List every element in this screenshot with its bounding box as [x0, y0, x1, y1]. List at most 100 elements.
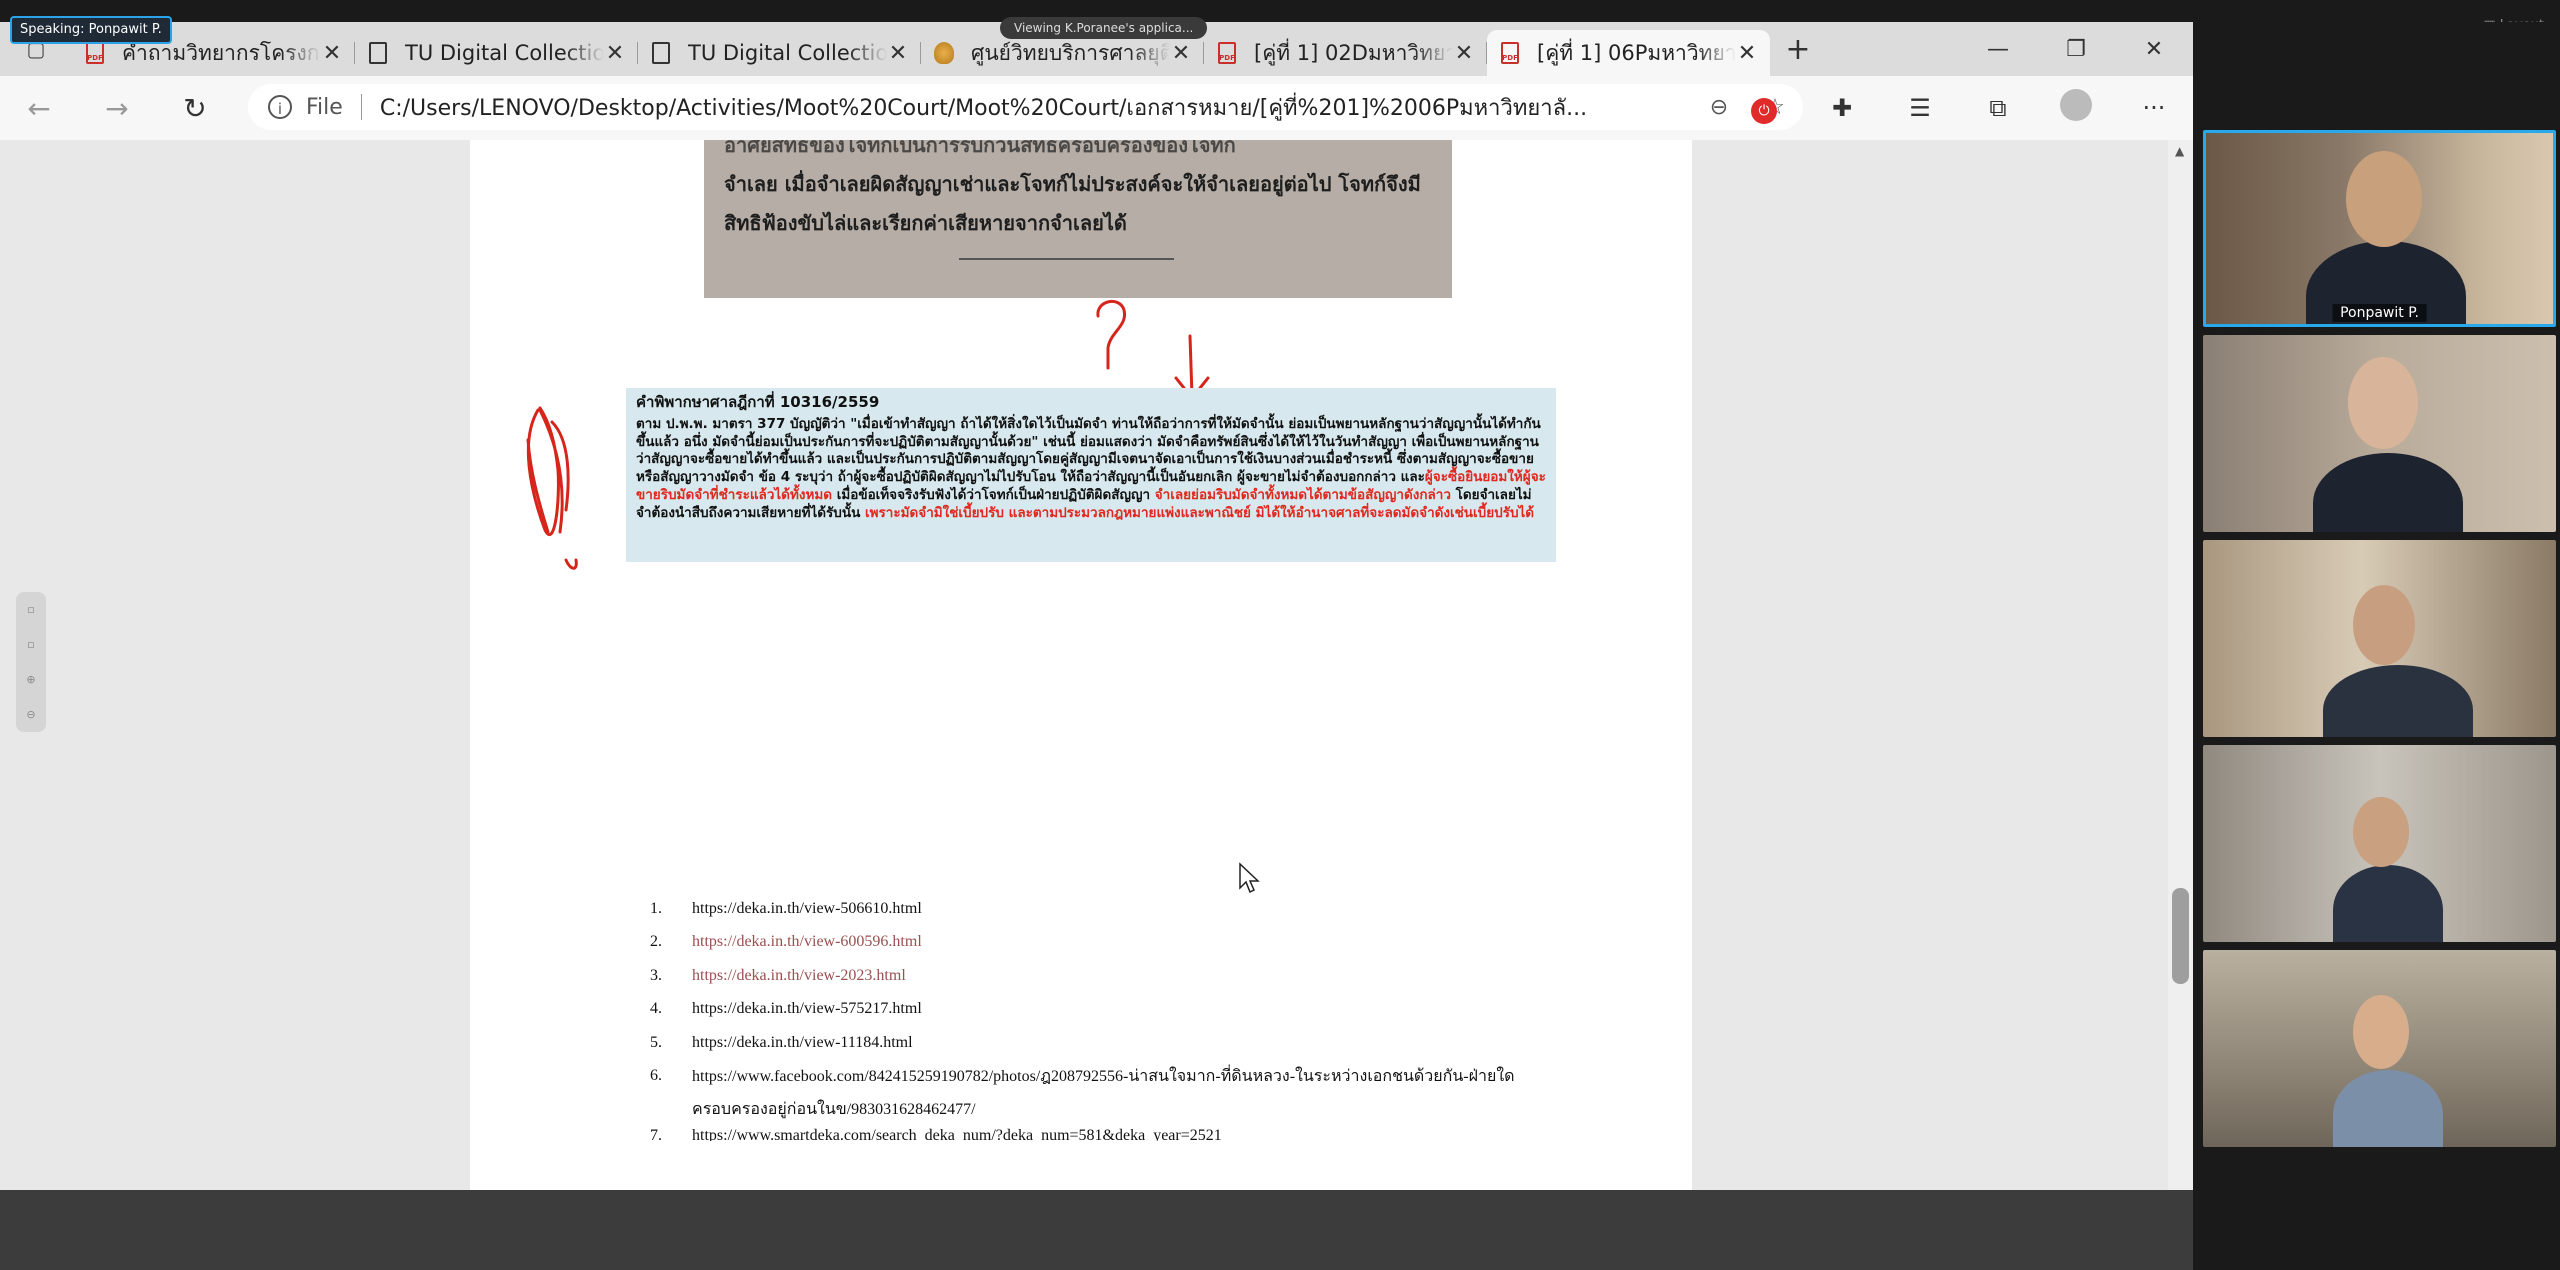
seal-icon — [933, 41, 955, 65]
document-icon — [650, 41, 672, 65]
participant-name: Ponpawit P. — [2332, 304, 2427, 322]
reference-link[interactable]: https://deka.in.th/view-11184.html — [692, 1034, 913, 1052]
browser-toolbar: ← → ↻ i File C:/Users/LENOVO/Desktop/Act… — [0, 76, 2193, 141]
judgment-red-text: เพราะมัดจำมิใช่เบี้ยปรับ และตามประมวลกฎห… — [865, 504, 1535, 521]
participant-face — [2348, 357, 2418, 449]
participant-tile[interactable] — [2203, 335, 2556, 532]
tab-label: TU Digital Collection — [405, 41, 604, 65]
exclamation-dot-annotation — [564, 558, 578, 570]
tab-label: [คู่ที่ 1] 06Pมหาวิทยาลัย — [1537, 40, 1736, 65]
pdf-icon: PDF — [1216, 41, 1238, 65]
minimize-icon[interactable]: — — [1959, 22, 2037, 76]
tab-label: TU Digital Collection — [688, 41, 887, 65]
participant-tile[interactable] — [2203, 745, 2556, 942]
extensions-icon[interactable]: ✚ — [1803, 94, 1881, 122]
scheme-label: File — [306, 94, 343, 120]
vertical-scrollbar[interactable]: ▲ ▼ — [2168, 140, 2193, 1210]
reference-item: 5. https://deka.in.th/view-11184.html — [650, 1026, 1750, 1060]
reference-number: 7. — [650, 1126, 662, 1141]
speaking-indicator: Speaking: Ponpawit P. — [10, 16, 172, 44]
close-tab-icon[interactable]: ✕ — [1453, 41, 1475, 66]
exclamation-annotation — [526, 406, 570, 537]
toolbar-right: ⏻ ✚ ☰ ⧉ ··· — [1725, 76, 2193, 140]
reference-continuation[interactable]: ครอบครองอยู่ก่อนในข/983031628462477/ — [650, 1093, 1750, 1127]
reference-link[interactable]: https://deka.in.th/view-506610.html — [692, 900, 922, 918]
participant-face — [2346, 151, 2422, 247]
pdf-floating-toolbar[interactable]: ▫ ▫ ⊕ ⊖ — [16, 592, 46, 732]
participant-video — [2333, 1070, 2443, 1147]
reference-item: 6. https://www.facebook.com/8424152591907… — [650, 1060, 1750, 1094]
forward-icon[interactable]: → — [78, 92, 156, 125]
tab-2[interactable]: TU Digital Collection ✕ — [638, 30, 921, 76]
participant-video — [2333, 865, 2443, 942]
participant-video — [2323, 665, 2473, 737]
tab-1[interactable]: TU Digital Collection ✕ — [355, 30, 638, 76]
judgment-text: ตาม ป.พ.พ. มาตรา 377 บัญญัติว่า "เมื่อเข… — [636, 415, 1541, 486]
browser-window: ▢ PDF คำถามวิทยากรโครงการ ✕ TU Digital C… — [0, 22, 2193, 1210]
participant-face — [2353, 797, 2409, 867]
zoom-out-icon[interactable]: ⊖ — [26, 708, 35, 721]
info-icon[interactable]: i — [268, 95, 292, 119]
scroll-up-icon[interactable]: ▲ — [2175, 144, 2184, 158]
close-tab-icon[interactable]: ✕ — [1736, 41, 1758, 66]
participant-face — [2353, 585, 2415, 665]
judgment-text: เมื่อข้อเท็จจริงรับฟังได้ว่าโจทก์เป็นฝ่า… — [832, 486, 1155, 503]
tab-5-active[interactable]: PDF [คู่ที่ 1] 06Pมหาวิทยาลัย ✕ — [1487, 30, 1770, 76]
close-tab-icon[interactable]: ✕ — [321, 41, 343, 66]
window-controls: — ❐ ✕ — [1959, 22, 2193, 76]
reference-item: 7. https://www.smartdeka.com/search_deka_… — [650, 1127, 1750, 1141]
reference-number: 3. — [650, 966, 662, 984]
reference-item: 2. https://deka.in.th/view-600596.html — [650, 926, 1750, 960]
reference-number: 5. — [650, 1033, 662, 1051]
judgment-title: คำพิพากษาศาลฎีกาที่ 10316/2559 — [636, 393, 880, 411]
reference-list: 1. https://deka.in.th/view-506610.html 2.… — [650, 892, 1750, 1141]
participant-face — [2353, 995, 2409, 1069]
close-tab-icon[interactable]: ✕ — [604, 41, 626, 66]
reference-link[interactable]: https://www.smartdeka.com/search_deka_nu… — [692, 1127, 1222, 1141]
tab-label: ศูนย์วิทยบริการศาลยุติธรรม — [971, 40, 1170, 65]
pdf-icon: PDF — [1499, 41, 1521, 65]
close-tab-icon[interactable]: ✕ — [887, 41, 909, 66]
reference-link[interactable]: https://www.facebook.com/842415259190782… — [692, 1064, 1515, 1089]
participant-tile-active[interactable]: Ponpawit P. — [2203, 130, 2556, 327]
reference-item: 3. https://deka.in.th/view-2023.html — [650, 959, 1750, 993]
reference-link[interactable]: https://deka.in.th/view-2023.html — [692, 967, 906, 985]
reference-number: 2. — [650, 933, 662, 951]
tool-icon[interactable]: ▫ — [27, 603, 34, 616]
reference-item: 4. https://deka.in.th/view-575217.html — [650, 993, 1750, 1027]
tab-4[interactable]: PDF [คู่ที่ 1] 02Dมหาวิทยาลัย ✕ — [1204, 30, 1487, 76]
new-tab-icon[interactable]: + — [1770, 32, 1826, 67]
refresh-icon[interactable]: ↻ — [156, 92, 234, 125]
reference-number: 1. — [650, 899, 662, 917]
collections-icon[interactable]: ⧉ — [1959, 94, 2037, 122]
restore-icon[interactable]: ❐ — [2037, 22, 2115, 76]
reference-number: 4. — [650, 1000, 662, 1018]
reference-link[interactable]: https://deka.in.th/view-575217.html — [692, 1000, 922, 1018]
scrollbar-thumb[interactable] — [2172, 888, 2189, 984]
reference-number: 6. — [650, 1067, 662, 1085]
address-bar[interactable]: i File C:/Users/LENOVO/Desktop/Activitie… — [248, 84, 1803, 130]
zoom-top-strip — [0, 0, 2560, 22]
adblock-extension-icon[interactable]: ⏻ — [1725, 93, 1803, 124]
participant-tile[interactable] — [2203, 950, 2556, 1147]
question-mark-annotation — [1096, 300, 1127, 370]
more-menu-icon[interactable]: ··· — [2115, 94, 2193, 122]
close-window-icon[interactable]: ✕ — [2115, 22, 2193, 76]
document-icon — [367, 41, 389, 65]
close-tab-icon[interactable]: ✕ — [1170, 41, 1192, 66]
reference-link[interactable]: https://deka.in.th/view-600596.html — [692, 933, 922, 951]
back-icon[interactable]: ← — [0, 92, 78, 125]
participant-tile[interactable] — [2203, 540, 2556, 737]
viewing-label[interactable]: Viewing K.Poranee's applica... — [1000, 17, 1208, 39]
judgment-red-text: จำเลยย่อมริบมัดจำทั้งหมดได้ตามข้อสัญญาดั… — [1154, 486, 1451, 503]
reference-item: 1. https://deka.in.th/view-506610.html — [650, 892, 1750, 926]
url-text[interactable]: C:/Users/LENOVO/Desktop/Activities/Moot%… — [380, 90, 1691, 125]
tool-icon[interactable]: ▫ — [27, 638, 34, 651]
profile-icon[interactable] — [2037, 89, 2115, 127]
tab-label: [คู่ที่ 1] 02Dมหาวิทยาลัย — [1254, 40, 1453, 65]
judgment-body: ตาม ป.พ.พ. มาตรา 377 บัญญัติว่า "เมื่อเข… — [636, 416, 1546, 523]
favorites-icon[interactable]: ☰ — [1881, 94, 1959, 122]
zoom-in-icon[interactable]: ⊕ — [26, 673, 35, 686]
highlighted-judgment: คำพิพากษาศาลฎีกาที่ 10316/2559 ตาม ป.พ.พ… — [626, 388, 1556, 562]
participant-video — [2313, 453, 2463, 532]
